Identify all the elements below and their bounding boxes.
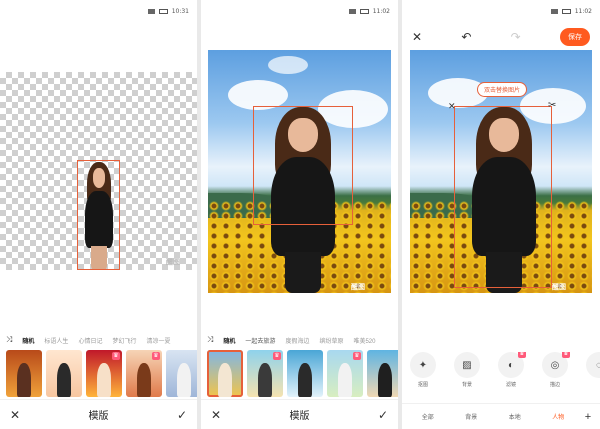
asset-tabs: 全部 背景 本地 人物 + bbox=[402, 403, 600, 429]
template-thumbnail-selected[interactable] bbox=[207, 350, 243, 397]
tool-cutout[interactable]: ✦ 抠图 bbox=[408, 352, 438, 398]
tool-outline[interactable]: ◎ ♛ 描边 bbox=[540, 352, 570, 398]
redo-icon[interactable]: ↷ bbox=[511, 30, 521, 44]
template-category-bar: ⤨ 随机 标语人生 心情日记 梦幻飞行 清凉一夏 bbox=[0, 333, 197, 347]
confirm-check-icon[interactable]: ✓ bbox=[177, 408, 187, 422]
save-button[interactable]: 保存 bbox=[559, 28, 590, 46]
screen-template-applied: 11:02 醒图 ⤨ 随机 一起去旅游 度假海边 缤纷草原 唯美520 ♛ ♛ … bbox=[201, 0, 398, 429]
template-thumbnail[interactable]: ♛ bbox=[126, 350, 162, 397]
vip-icon: ♛ bbox=[112, 352, 120, 360]
tool-label: 滤镜 bbox=[505, 382, 516, 388]
tool-label: 描边 bbox=[549, 382, 560, 388]
selection-box[interactable] bbox=[454, 106, 552, 288]
replace-image-hint: 双击替换图片 bbox=[477, 82, 528, 97]
template-thumbnail[interactable] bbox=[166, 350, 197, 397]
template-thumbnail[interactable] bbox=[6, 350, 42, 397]
template-thumbnail[interactable]: ♛ bbox=[327, 350, 363, 397]
undo-icon[interactable]: ↶ bbox=[461, 30, 471, 44]
category-tab[interactable]: 标语人生 bbox=[44, 336, 68, 345]
bottom-bar: ✕ 模版 ✓ bbox=[0, 399, 197, 429]
tool-more[interactable]: ◌♛ bbox=[584, 352, 600, 398]
close-icon[interactable]: ✕ bbox=[412, 30, 422, 44]
editor-tools: ✦ 抠图 ▨ 背景 ◐♛ 滤镜 ◎♛ 描边 ◌♛ bbox=[402, 352, 600, 398]
signal-icon bbox=[348, 9, 356, 14]
vip-icon: ♛ bbox=[273, 352, 281, 360]
bottom-bar: ✕ 模版 ✓ bbox=[201, 399, 398, 429]
tab-background[interactable]: 背景 bbox=[450, 412, 494, 421]
watermark: 醒图 bbox=[351, 283, 365, 291]
screen-editor: 11:02 ✕ ↶ ↷ 保存 ✕ ✂ 双击替换图片 醒图 ✦ 抠图 ▨ 背景 ◐… bbox=[402, 0, 600, 429]
template-thumbnail[interactable]: ♛ bbox=[247, 350, 283, 397]
close-icon[interactable]: ✕ bbox=[10, 408, 20, 422]
vip-icon: ♛ bbox=[518, 352, 526, 358]
selection-box[interactable] bbox=[77, 160, 120, 270]
filter-icon: ◐ bbox=[507, 359, 515, 371]
category-tab[interactable]: 度假海边 bbox=[285, 336, 309, 345]
template-thumbnails: ♛ ♛ bbox=[207, 350, 398, 397]
template-category-bar: ⤨ 随机 一起去旅游 度假海边 缤纷草原 唯美520 bbox=[201, 333, 398, 347]
screen-cutout-template: 10:31 醒图 ⤨ 随机 标语人生 心情日记 梦幻飞行 清凉一夏 ♛ ♛ ✕ … bbox=[0, 0, 197, 429]
template-thumbnail[interactable] bbox=[46, 350, 82, 397]
shuffle-icon[interactable]: ⤨ bbox=[6, 335, 12, 345]
category-tab[interactable]: 一起去旅游 bbox=[245, 336, 275, 345]
tool-label: 抠图 bbox=[417, 382, 428, 388]
status-time: 11:02 bbox=[372, 8, 390, 15]
tool-background[interactable]: ▨ 背景 bbox=[452, 352, 482, 398]
status-bar: 10:31 bbox=[147, 8, 189, 15]
close-icon[interactable]: ✕ bbox=[211, 408, 221, 422]
signal-icon bbox=[550, 9, 558, 14]
tool-label: 背景 bbox=[461, 382, 472, 388]
tool-filter[interactable]: ◐ ♛ 滤镜 bbox=[496, 352, 526, 398]
magic-wand-icon: ✦ bbox=[418, 359, 428, 371]
outline-icon: ◎ bbox=[550, 359, 560, 371]
status-time: 11:02 bbox=[574, 8, 592, 15]
battery-icon bbox=[158, 9, 168, 14]
tab-all[interactable]: 全部 bbox=[406, 412, 450, 421]
category-tab[interactable]: 缤纷草原 bbox=[319, 336, 343, 345]
status-bar: 11:02 bbox=[550, 8, 592, 15]
category-tab[interactable]: 随机 bbox=[22, 336, 34, 345]
status-bar: 11:02 bbox=[348, 8, 390, 15]
category-tab[interactable]: 清凉一夏 bbox=[146, 336, 170, 345]
scissors-icon[interactable]: ✂ bbox=[548, 100, 556, 111]
bottom-title: 模版 bbox=[289, 411, 310, 422]
bottom-title: 模版 bbox=[88, 411, 109, 422]
shuffle-icon[interactable]: ⤨ bbox=[207, 335, 213, 345]
status-time: 10:31 bbox=[171, 8, 189, 15]
category-tab[interactable]: 随机 bbox=[223, 336, 235, 345]
template-thumbnail[interactable]: ♛ bbox=[86, 350, 122, 397]
category-tab[interactable]: 唯美520 bbox=[353, 336, 375, 345]
template-thumbnail[interactable] bbox=[287, 350, 323, 397]
tab-people[interactable]: 人物 bbox=[537, 412, 581, 421]
category-tab[interactable]: 心情日记 bbox=[78, 336, 102, 345]
category-tab[interactable]: 梦幻飞行 bbox=[112, 336, 136, 345]
editor-top-bar: ✕ ↶ ↷ 保存 bbox=[402, 26, 600, 48]
signal-icon bbox=[147, 9, 155, 14]
selection-box[interactable] bbox=[253, 106, 353, 225]
watermark: 醒图 bbox=[552, 283, 566, 291]
confirm-check-icon[interactable]: ✓ bbox=[378, 408, 388, 422]
battery-icon bbox=[561, 9, 571, 14]
more-tool-icon: ◌ bbox=[596, 359, 600, 371]
watermark: 醒图 bbox=[166, 258, 180, 266]
template-thumbnail[interactable] bbox=[367, 350, 398, 397]
template-thumbnails: ♛ ♛ bbox=[6, 350, 197, 397]
delete-layer-icon[interactable]: ✕ bbox=[448, 101, 456, 112]
vip-icon: ♛ bbox=[152, 352, 160, 360]
battery-icon bbox=[359, 9, 369, 14]
vip-icon: ♛ bbox=[353, 352, 361, 360]
vip-icon: ♛ bbox=[562, 352, 570, 358]
add-icon[interactable]: + bbox=[580, 411, 596, 423]
background-icon: ▨ bbox=[462, 359, 472, 371]
tab-local[interactable]: 本地 bbox=[493, 412, 537, 421]
